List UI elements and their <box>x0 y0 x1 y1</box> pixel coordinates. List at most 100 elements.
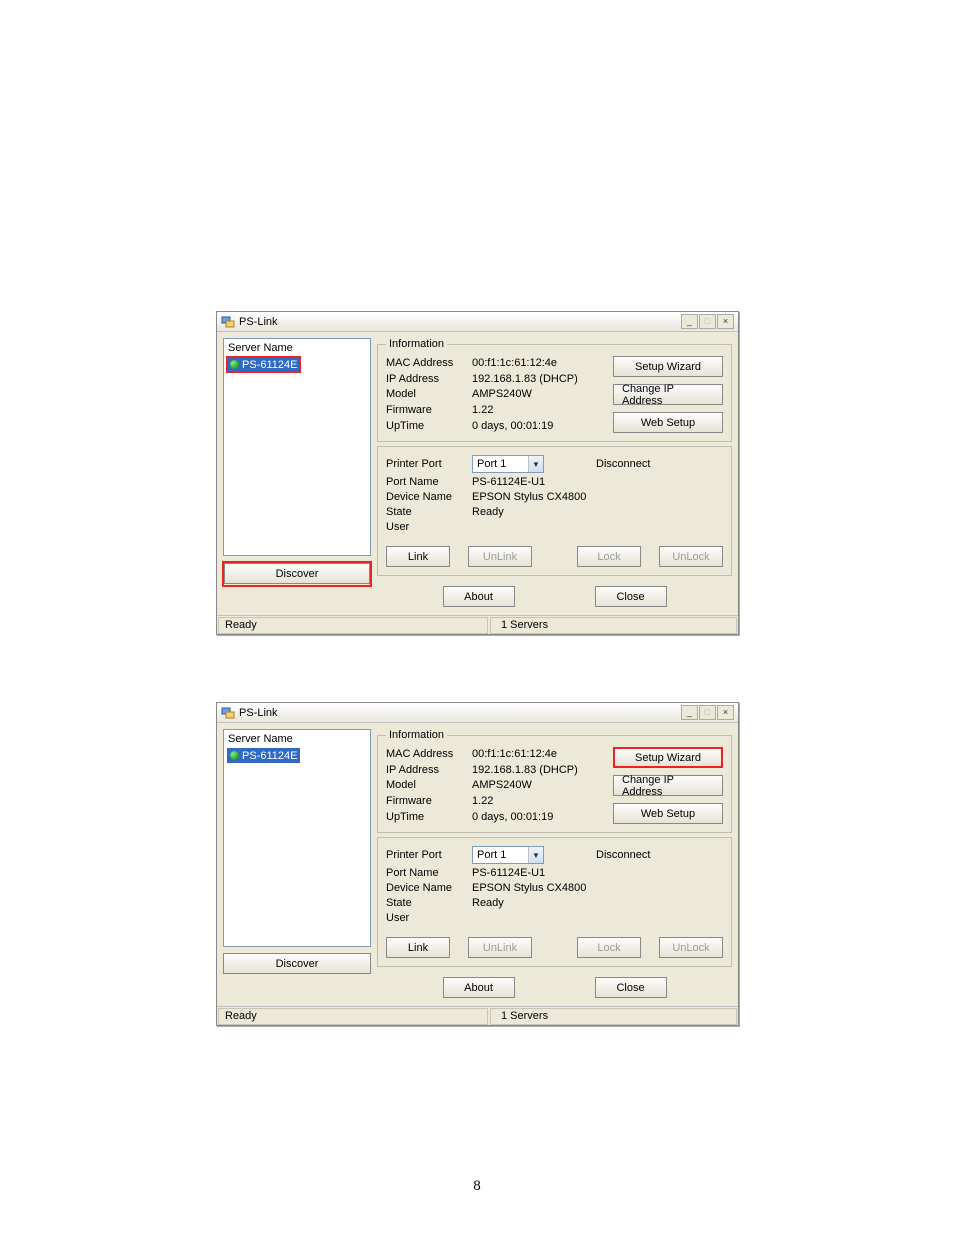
model-label: Model <box>386 779 468 791</box>
status-bar: Ready 1 Servers <box>217 615 738 634</box>
bottom-buttons: About Close <box>377 580 732 613</box>
close-dialog-button[interactable]: Close <box>595 586 667 607</box>
setup-wizard-button[interactable]: Setup Wizard <box>613 356 723 377</box>
bottom-buttons: About Close <box>377 971 732 1004</box>
ip-value: 192.168.1.83 (DHCP) <box>472 764 609 776</box>
uptime-value: 0 days, 00:01:19 <box>472 811 609 823</box>
status-bar: Ready 1 Servers <box>217 1006 738 1025</box>
right-pane: Information MAC Address 00:f1:1c:61:12:4… <box>377 338 732 613</box>
server-list-header: Server Name <box>226 732 368 747</box>
maximize-button: □ <box>699 705 716 720</box>
model-label: Model <box>386 388 468 400</box>
link-button[interactable]: Link <box>386 937 450 958</box>
unlink-button: UnLink <box>468 546 532 567</box>
uptime-label: UpTime <box>386 420 468 432</box>
server-item-label: PS-61124E <box>242 359 297 371</box>
port-group: Printer Port Port 1 ▼ Disconnect Port Na… <box>377 446 732 576</box>
right-pane: Information MAC Address 00:f1:1c:61:12:4… <box>377 729 732 1004</box>
app-icon <box>221 315 235 329</box>
about-button[interactable]: About <box>443 586 515 607</box>
port-group: Printer Port Port 1 ▼ Disconnect Port Na… <box>377 837 732 967</box>
unlink-button: UnLink <box>468 937 532 958</box>
lock-button: Lock <box>577 937 641 958</box>
server-list[interactable]: Server Name PS-61124E <box>223 338 371 556</box>
printer-port-value: Port 1 <box>477 458 506 470</box>
about-button[interactable]: About <box>443 977 515 998</box>
unlock-button: UnLock <box>659 937 723 958</box>
status-ready: Ready <box>218 1008 488 1025</box>
web-setup-button[interactable]: Web Setup <box>613 412 723 433</box>
information-group: Information MAC Address 00:f1:1c:61:12:4… <box>377 338 732 442</box>
server-item[interactable]: PS-61124E <box>227 357 300 372</box>
status-ready: Ready <box>218 617 488 634</box>
server-list-header: Server Name <box>226 341 368 356</box>
uptime-value: 0 days, 00:01:19 <box>472 420 609 432</box>
discover-button[interactable]: Discover <box>223 953 371 974</box>
printer-port-label: Printer Port <box>386 849 468 861</box>
page-number: 8 <box>0 1178 954 1195</box>
status-servers: 1 Servers <box>490 617 737 634</box>
title-bar[interactable]: PS-Link _ □ × <box>217 312 738 332</box>
close-button[interactable]: × <box>717 314 734 329</box>
state-value: Ready <box>472 506 723 518</box>
printer-port-cell: Port 1 ▼ <box>472 846 592 864</box>
left-pane: Server Name PS-61124E Discover <box>223 338 371 613</box>
printer-port-select[interactable]: Port 1 ▼ <box>472 846 544 864</box>
firmware-value: 1.22 <box>472 795 609 807</box>
server-item[interactable]: PS-61124E <box>227 748 300 763</box>
ip-value: 192.168.1.83 (DHCP) <box>472 373 609 385</box>
firmware-label: Firmware <box>386 404 468 416</box>
minimize-button[interactable]: _ <box>681 705 698 720</box>
chevron-down-icon: ▼ <box>528 847 543 863</box>
ip-label: IP Address <box>386 373 468 385</box>
status-dot-icon <box>230 360 239 369</box>
discover-button[interactable]: Discover <box>224 563 370 584</box>
port-status: Disconnect <box>596 458 723 470</box>
left-pane: Server Name PS-61124E Discover <box>223 729 371 1004</box>
link-button[interactable]: Link <box>386 546 450 567</box>
unlock-button: UnLock <box>659 546 723 567</box>
device-name-label: Device Name <box>386 882 468 894</box>
change-ip-button[interactable]: Change IP Address <box>613 775 723 796</box>
printer-port-select[interactable]: Port 1 ▼ <box>472 455 544 473</box>
server-list[interactable]: Server Name PS-61124E <box>223 729 371 947</box>
window-controls: _ □ × <box>680 314 734 329</box>
user-label: User <box>386 521 468 533</box>
close-button[interactable]: × <box>717 705 734 720</box>
state-value: Ready <box>472 897 723 909</box>
discover-wrap: Discover <box>223 953 371 977</box>
firmware-value: 1.22 <box>472 404 609 416</box>
uptime-label: UpTime <box>386 811 468 823</box>
port-name-label: Port Name <box>386 476 468 488</box>
web-setup-button[interactable]: Web Setup <box>613 803 723 824</box>
information-legend: Information <box>386 729 447 741</box>
status-dot-icon <box>230 751 239 760</box>
port-name-value: PS-61124E-U1 <box>472 476 723 488</box>
printer-port-label: Printer Port <box>386 458 468 470</box>
close-dialog-button[interactable]: Close <box>595 977 667 998</box>
ip-label: IP Address <box>386 764 468 776</box>
minimize-button[interactable]: _ <box>681 314 698 329</box>
state-label: State <box>386 506 468 518</box>
setup-wizard-button[interactable]: Setup Wizard <box>613 747 723 768</box>
device-name-value: EPSON Stylus CX4800 <box>472 882 723 894</box>
window-controls: _ □ × <box>680 705 734 720</box>
mac-label: MAC Address <box>386 357 468 369</box>
window-title: PS-Link <box>239 707 680 719</box>
discover-highlight: Discover <box>223 562 371 586</box>
pslink-window: PS-Link _ □ × Server Name PS-61124E Disc… <box>216 702 739 1026</box>
change-ip-button[interactable]: Change IP Address <box>613 384 723 405</box>
app-icon <box>221 706 235 720</box>
information-legend: Information <box>386 338 447 350</box>
information-group: Information MAC Address 00:f1:1c:61:12:4… <box>377 729 732 833</box>
title-bar[interactable]: PS-Link _ □ × <box>217 703 738 723</box>
maximize-button: □ <box>699 314 716 329</box>
mac-value: 00:f1:1c:61:12:4e <box>472 748 609 760</box>
port-status: Disconnect <box>596 849 723 861</box>
device-name-value: EPSON Stylus CX4800 <box>472 491 723 503</box>
lock-button: Lock <box>577 546 641 567</box>
printer-port-cell: Port 1 ▼ <box>472 455 592 473</box>
port-name-label: Port Name <box>386 867 468 879</box>
model-value: AMPS240W <box>472 779 609 791</box>
client-area: Server Name PS-61124E Discover Informati… <box>217 723 738 1006</box>
